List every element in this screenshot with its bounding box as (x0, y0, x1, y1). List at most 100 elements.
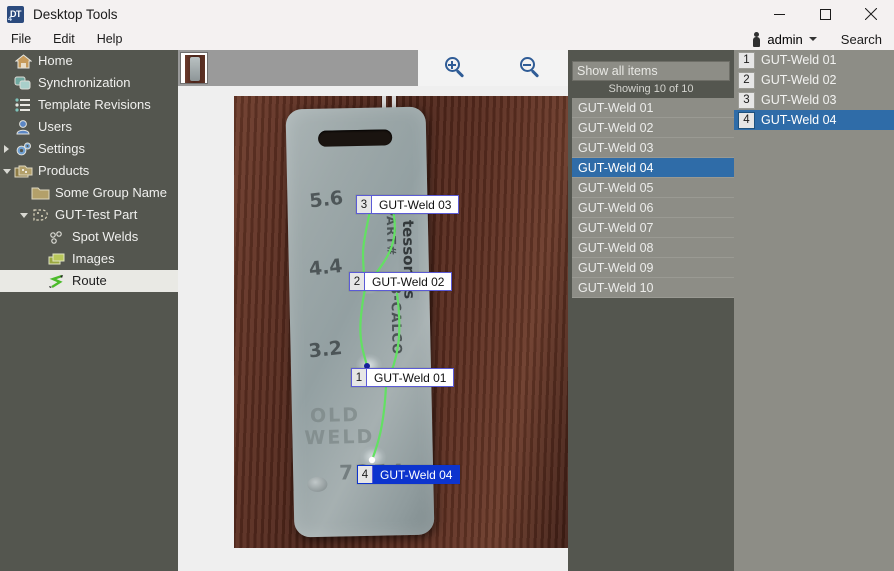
menu-right-zone: admin Search (744, 28, 894, 50)
list-item[interactable]: GUT-Weld 01 (572, 98, 734, 118)
spot-welds-icon (47, 228, 67, 246)
weld-label-index: 2 (350, 273, 365, 290)
sidebar-item-label: Settings (38, 141, 85, 156)
route-item-number: 3 (738, 91, 755, 109)
sidebar-item-some-group-name[interactable]: Some Group Name (0, 182, 178, 204)
filter-input[interactable] (573, 62, 738, 80)
home-icon (13, 52, 33, 70)
sidebar-item-label: Home (38, 53, 73, 68)
image-thumbnail[interactable] (180, 52, 208, 84)
sidebar-item-label: GUT-Test Part (55, 207, 138, 222)
chevron-down-icon (808, 37, 817, 41)
sidebar-item-label: Template Revisions (38, 97, 151, 112)
list-item[interactable]: GUT-Weld 05 (572, 178, 734, 198)
route-list-item[interactable]: 2 GUT-Weld 02 (734, 70, 894, 90)
chevron-right-icon[interactable] (0, 145, 13, 153)
menu-help[interactable]: Help (86, 28, 134, 50)
app-icon-sub: 4 (8, 15, 12, 23)
route-item-number: 2 (738, 71, 755, 89)
route-item-label: GUT-Weld 02 (761, 73, 837, 87)
products-icon (13, 162, 33, 180)
app-icon-text: DT (10, 9, 22, 19)
viewer-toolbar (178, 50, 568, 86)
sidebar: Home Synchronization Template Revisions Use… (0, 50, 178, 571)
sidebar-item-template-revisions[interactable]: Template Revisions (0, 94, 178, 116)
route-order-panel: 1 GUT-Weld 01 2 GUT-Weld 02 3 GUT-Weld 03 4 GUT… (734, 50, 894, 571)
list-item[interactable]: GUT-Weld 08 (572, 238, 734, 258)
list-item[interactable]: GUT-Weld 10 (572, 278, 734, 298)
sidebar-item-label: Products (38, 163, 90, 178)
images-icon (47, 250, 67, 268)
list-item[interactable]: GUT-Weld 02 (572, 118, 734, 138)
person-icon (752, 31, 761, 47)
part-icon (30, 206, 50, 224)
route-item-label: GUT-Weld 01 (761, 53, 837, 67)
items-list-panel: Showing 10 of 10 GUT-Weld 01GUT-Weld 02G… (568, 50, 745, 571)
sidebar-item-home[interactable]: Home (0, 50, 178, 72)
sidebar-item-products[interactable]: Products (0, 160, 178, 182)
sidebar-item-label: Synchronization (38, 75, 131, 90)
zoom-out-icon[interactable] (519, 57, 542, 79)
maximize-icon[interactable] (802, 0, 848, 28)
list-item[interactable]: GUT-Weld 03 (572, 138, 734, 158)
list-item[interactable]: GUT-Weld 07 (572, 218, 734, 238)
sidebar-item-label: Spot Welds (72, 229, 139, 244)
minimize-icon[interactable] (756, 0, 802, 28)
items-list: GUT-Weld 01 GUT-Weld 02 GUT-Weld 03 GUT-Wel… (572, 98, 734, 298)
weld-label-index: 3 (357, 196, 372, 213)
sidebar-item-label: Images (72, 251, 115, 266)
weld-label-name: GUT-Weld 02 (365, 273, 452, 290)
sidebar-item-images[interactable]: Images (0, 248, 178, 270)
sidebar-item-synchronization[interactable]: Synchronization (0, 72, 178, 94)
route-icon (47, 272, 67, 290)
chevron-down-icon[interactable] (0, 168, 13, 174)
sidebar-item-spot-welds[interactable]: Spot Welds (0, 226, 178, 248)
route-list-item[interactable]: 1 GUT-Weld 01 (734, 50, 894, 70)
filter-box (572, 61, 745, 81)
sidebar-item-label: Route (72, 273, 107, 288)
title-bar: DT 4 Desktop Tools (0, 0, 894, 28)
window-title: Desktop Tools (33, 6, 118, 22)
menu-edit[interactable]: Edit (42, 28, 86, 50)
route-item-number: 4 (738, 111, 755, 129)
route-item-label: GUT-Weld 04 (761, 113, 837, 127)
showing-count: Showing 10 of 10 (608, 83, 694, 95)
application-window: DT 4 Desktop Tools File Edit Help admin … (0, 0, 894, 571)
user-icon (13, 118, 33, 136)
desktop-tools-icon: DT 4 (7, 5, 24, 23)
weld-label-2[interactable]: 2 GUT-Weld 02 (349, 272, 453, 291)
zoom-controls (418, 50, 568, 86)
sidebar-item-route[interactable]: Route (0, 270, 178, 292)
search-button[interactable]: Search (825, 32, 894, 47)
weld-label-index: 1 (352, 369, 367, 386)
route-list-item[interactable]: 4 GUT-Weld 04 (734, 110, 894, 130)
list-item[interactable]: GUT-Weld 06 (572, 198, 734, 218)
zoom-in-icon[interactable] (444, 57, 467, 79)
list-item[interactable]: GUT-Weld 09 (572, 258, 734, 278)
weld-label-name: GUT-Weld 04 (373, 466, 460, 483)
menu-file[interactable]: File (0, 28, 42, 50)
weld-label-4[interactable]: 4 GUT-Weld 04 (357, 465, 461, 484)
sidebar-item-label: Users (38, 119, 72, 134)
route-list-item[interactable]: 3 GUT-Weld 03 (734, 90, 894, 110)
folder-icon (30, 184, 50, 202)
weld-label-name: GUT-Weld 03 (372, 196, 459, 213)
weld-label-name: GUT-Weld 01 (367, 369, 454, 386)
sync-icon (13, 74, 33, 92)
user-name: admin (767, 31, 803, 47)
sidebar-item-gut-test-part[interactable]: GUT-Test Part (0, 204, 178, 226)
list-item[interactable]: GUT-Weld 04 (572, 158, 734, 178)
sidebar-item-users[interactable]: Users (0, 116, 178, 138)
user-menu[interactable]: admin (744, 31, 824, 47)
list-icon (13, 96, 33, 114)
menu-bar: File Edit Help admin Search (0, 28, 894, 50)
close-icon[interactable] (848, 0, 894, 28)
image-viewer: 5.6 4.4 3.2 OLD WELD 7254 PART# tessonic… (178, 50, 568, 571)
chevron-down-icon[interactable] (17, 212, 30, 218)
weld-label-1[interactable]: 1 GUT-Weld 01 (351, 368, 455, 387)
gear-icon (13, 140, 33, 158)
route-item-number: 1 (738, 51, 755, 69)
weld-label-3[interactable]: 3 GUT-Weld 03 (356, 195, 460, 214)
sidebar-item-settings[interactable]: Settings (0, 138, 178, 160)
